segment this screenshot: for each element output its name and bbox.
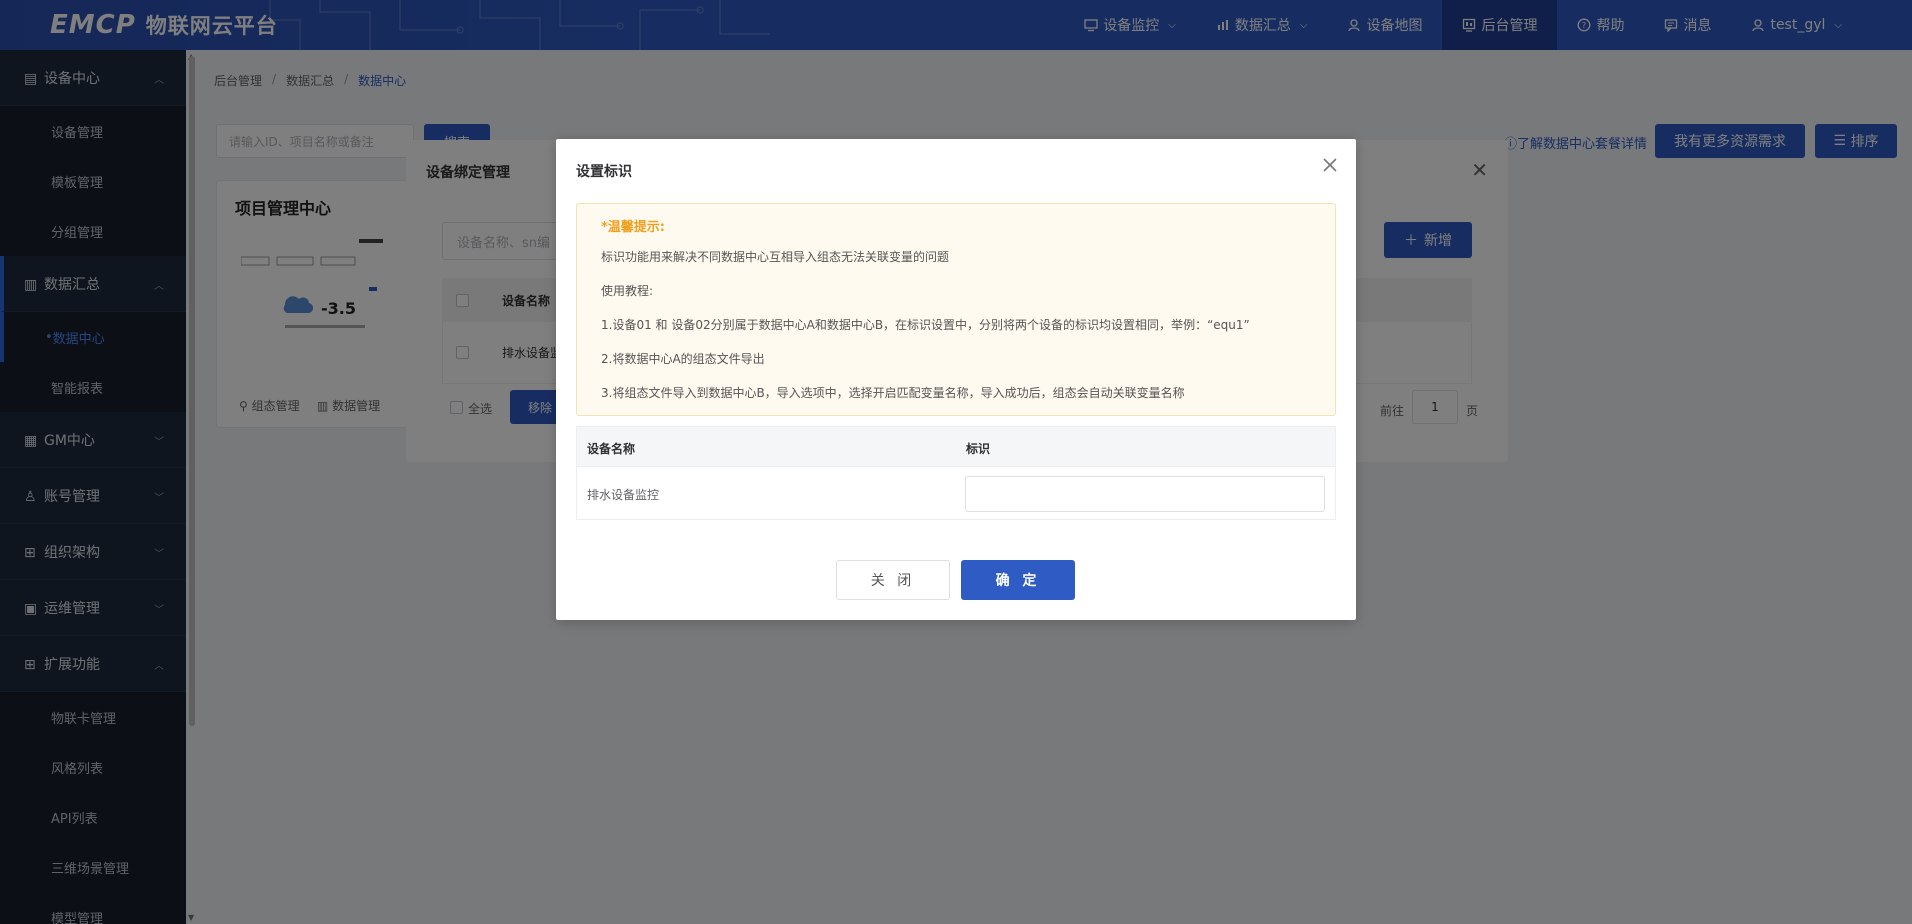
column-device-name: 设备名称 bbox=[587, 442, 636, 456]
confirm-button[interactable]: 确 定 bbox=[961, 560, 1075, 600]
dialog-title: 设置标识 bbox=[576, 164, 632, 180]
close-x-glyph bbox=[1323, 158, 1337, 172]
table-header-row bbox=[577, 427, 1335, 467]
close-button[interactable]: 关 闭 bbox=[836, 560, 950, 600]
mark-input[interactable] bbox=[965, 476, 1325, 512]
tips-line: 使用教程: bbox=[601, 284, 654, 298]
mark-table: 设备名称 标识 排水设备监控 bbox=[576, 426, 1336, 520]
tips-box: *温馨提示: 标识功能用来解决不同数据中心互相导入组态无法关联变量的问题 使用教… bbox=[576, 203, 1336, 416]
set-mark-dialog: 设置标识 *温馨提示: 标识功能用来解决不同数据中心互相导入组态无法关联变量的问… bbox=[556, 139, 1356, 620]
tips-heading: *温馨提示: bbox=[601, 220, 665, 235]
row-device-name: 排水设备监控 bbox=[587, 488, 660, 502]
tips-line: 2.将数据中心A的组态文件导出 bbox=[601, 352, 765, 366]
close-icon[interactable] bbox=[1318, 153, 1342, 177]
tips-line: 1.设备01 和 设备02分别属于数据中心A和数据中心B，在标识设置中，分别将两… bbox=[601, 318, 1250, 332]
tips-line: 3.将组态文件导入到数据中心B，导入选项中，选择开启匹配变量名称，导入成功后，组… bbox=[601, 386, 1185, 400]
tips-line: 标识功能用来解决不同数据中心互相导入组态无法关联变量的问题 bbox=[601, 250, 950, 264]
column-mark: 标识 bbox=[966, 442, 991, 456]
